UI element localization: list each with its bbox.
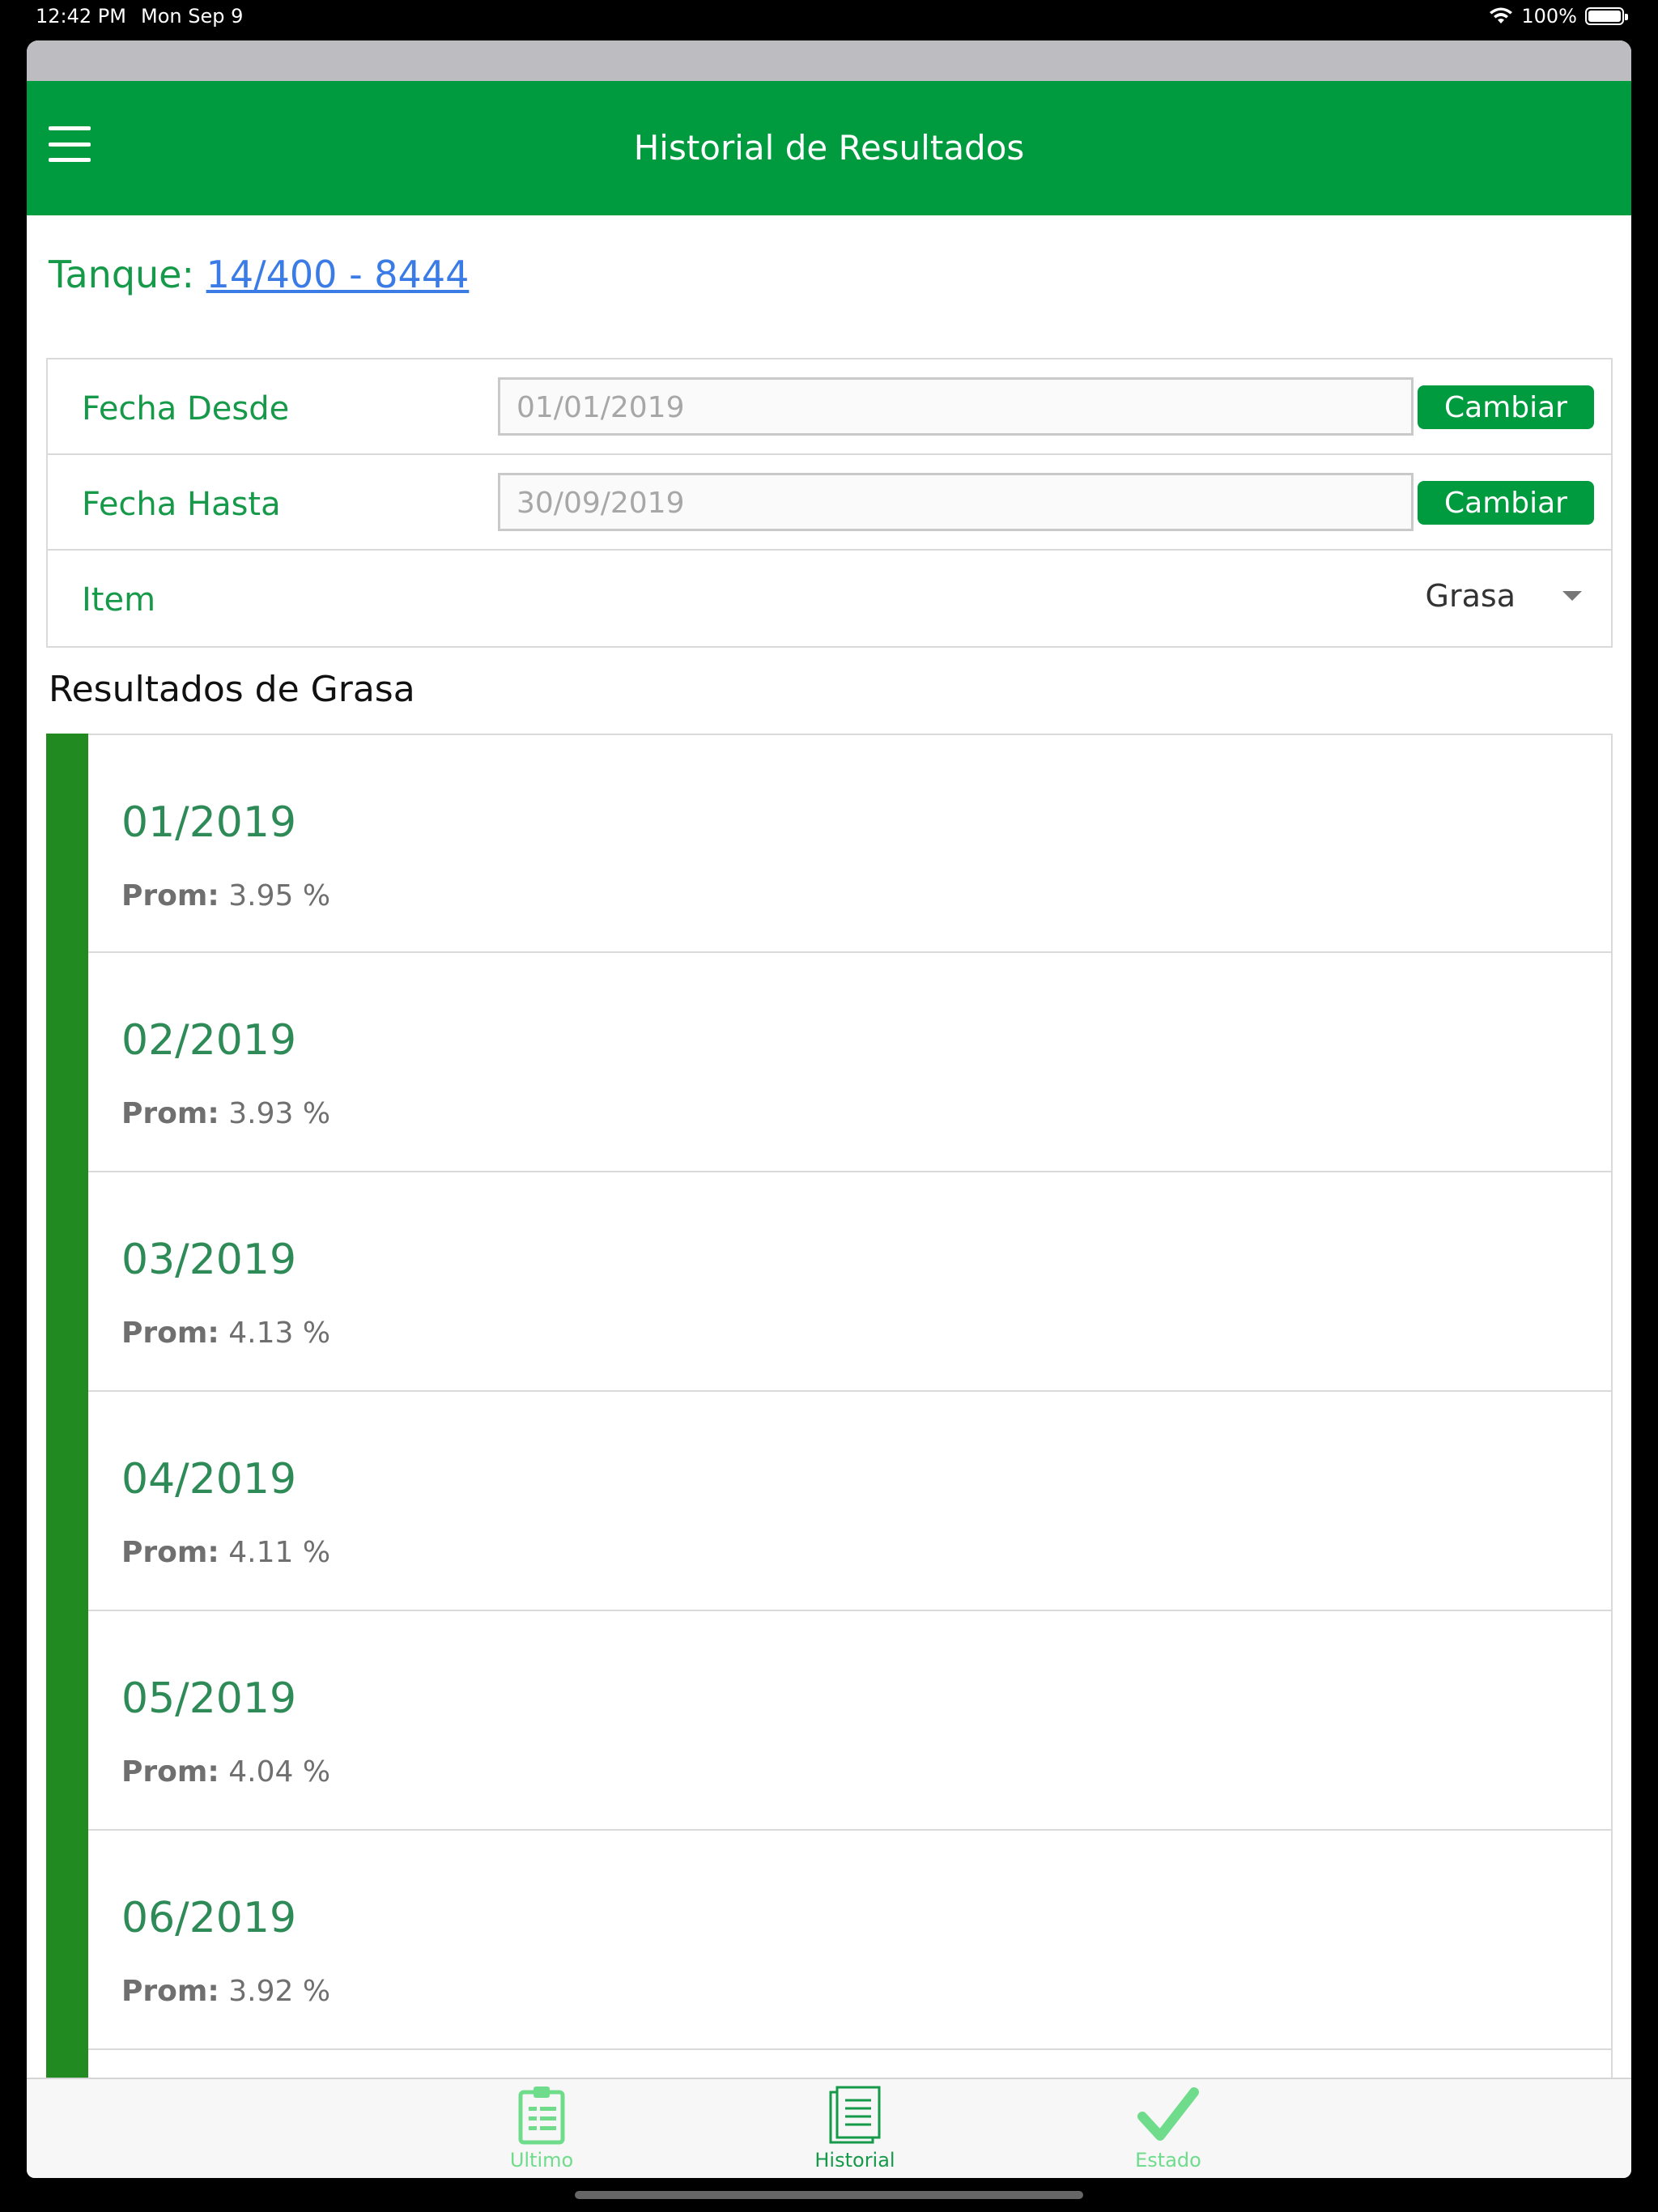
- chevron-down-icon: [1562, 591, 1582, 601]
- fecha-desde-row: Fecha Desde 01/01/2019 Cambiar: [48, 359, 1611, 455]
- fecha-desde-cambiar-button[interactable]: Cambiar: [1418, 385, 1594, 429]
- status-date: Mon Sep 9: [141, 5, 244, 28]
- home-indicator[interactable]: [575, 2191, 1083, 2199]
- item-row: Item Grasa: [48, 551, 1611, 646]
- result-prom: Prom: 4.11 %: [121, 1536, 330, 1569]
- clipboard-icon: [518, 2087, 565, 2145]
- tab-ultimo-label: Ultimo: [509, 2149, 574, 2172]
- item-select[interactable]: Grasa: [1426, 578, 1582, 614]
- result-accent-bar: [46, 734, 88, 953]
- fecha-hasta-cambiar-button[interactable]: Cambiar: [1418, 481, 1594, 525]
- list-item[interactable]: 06/2019 Prom: 3.92 %: [46, 1829, 1613, 2050]
- result-accent-bar: [46, 1829, 88, 2050]
- prom-label: Prom:: [121, 1755, 219, 1789]
- status-bar: 12:42 PM Mon Sep 9 100%: [0, 0, 1658, 34]
- document-list-icon: [829, 2086, 881, 2144]
- prom-value: 3.92 %: [228, 1975, 331, 2008]
- checkmark-icon: [1137, 2087, 1199, 2141]
- fecha-hasta-field[interactable]: 30/09/2019: [498, 473, 1414, 531]
- list-item[interactable]: 04/2019 Prom: 4.11 %: [46, 1390, 1613, 1611]
- prom-value: 4.13 %: [228, 1317, 331, 1350]
- result-date: 02/2019: [121, 1016, 297, 1065]
- fecha-desde-field[interactable]: 01/01/2019: [498, 377, 1414, 436]
- top-bar: [27, 40, 1631, 81]
- app-window: Historial de Resultados Tanque: 14/400 -…: [27, 40, 1631, 2178]
- tab-historial-label: Historial: [814, 2149, 895, 2172]
- result-date: 03/2019: [121, 1236, 297, 1284]
- item-label: Item: [82, 581, 156, 619]
- tab-ultimo[interactable]: Ultimo: [453, 2084, 631, 2172]
- prom-value: 4.04 %: [228, 1755, 331, 1789]
- battery-icon: [1585, 7, 1628, 25]
- result-accent-bar: [46, 1390, 88, 1611]
- status-time: 12:42 PM: [36, 5, 126, 28]
- tab-estado-label: Estado: [1135, 2149, 1201, 2172]
- result-date: 05/2019: [121, 1674, 297, 1723]
- tab-historial[interactable]: Historial: [766, 2084, 944, 2172]
- prom-label: Prom:: [121, 879, 219, 912]
- result-prom: Prom: 3.92 %: [121, 1975, 330, 2008]
- results-list: 01/2019 Prom: 3.95 % 02/2019 Prom: 3.93 …: [46, 734, 1613, 2118]
- prom-value: 4.11 %: [228, 1536, 331, 1569]
- item-select-value: Grasa: [1425, 578, 1516, 614]
- result-date: 04/2019: [121, 1455, 297, 1504]
- prom-label: Prom:: [121, 1317, 219, 1350]
- header: Historial de Resultados: [27, 81, 1631, 215]
- status-right: 100%: [1489, 5, 1628, 28]
- list-item[interactable]: 05/2019 Prom: 4.04 %: [46, 1610, 1613, 1831]
- result-prom: Prom: 4.13 %: [121, 1317, 330, 1350]
- list-item[interactable]: 03/2019 Prom: 4.13 %: [46, 1171, 1613, 1392]
- list-item[interactable]: 01/2019 Prom: 3.95 %: [46, 734, 1613, 953]
- result-date: 01/2019: [121, 798, 297, 847]
- fecha-hasta-row: Fecha Hasta 30/09/2019 Cambiar: [48, 455, 1611, 551]
- prom-label: Prom:: [121, 1097, 219, 1130]
- tanque-link[interactable]: 14/400 - 8444: [206, 253, 470, 296]
- prom-label: Prom:: [121, 1536, 219, 1569]
- result-accent-bar: [46, 1610, 88, 1831]
- result-date: 06/2019: [121, 1894, 297, 1942]
- result-prom: Prom: 4.04 %: [121, 1755, 330, 1789]
- fecha-hasta-label: Fecha Hasta: [82, 486, 281, 523]
- tab-bar: Ultimo Historial Estado: [27, 2078, 1631, 2178]
- tanque-label: Tanque:: [49, 253, 194, 296]
- results-title: Resultados de Grasa: [49, 669, 415, 710]
- battery-percent: 100%: [1521, 5, 1577, 28]
- tab-estado[interactable]: Estado: [1079, 2084, 1257, 2172]
- prom-value: 3.95 %: [228, 879, 331, 912]
- result-accent-bar: [46, 1171, 88, 1392]
- list-item[interactable]: 02/2019 Prom: 3.93 %: [46, 951, 1613, 1172]
- result-prom: Prom: 3.93 %: [121, 1097, 330, 1130]
- filters-table: Fecha Desde 01/01/2019 Cambiar Fecha Has…: [46, 358, 1613, 648]
- prom-value: 3.93 %: [228, 1097, 331, 1130]
- page-title: Historial de Resultados: [633, 128, 1025, 168]
- wifi-icon: [1490, 7, 1513, 23]
- result-prom: Prom: 3.95 %: [121, 879, 330, 912]
- fecha-desde-label: Fecha Desde: [82, 390, 290, 428]
- tanque-info: Tanque: 14/400 - 8444: [49, 253, 469, 296]
- result-accent-bar: [46, 951, 88, 1172]
- prom-label: Prom:: [121, 1975, 219, 2008]
